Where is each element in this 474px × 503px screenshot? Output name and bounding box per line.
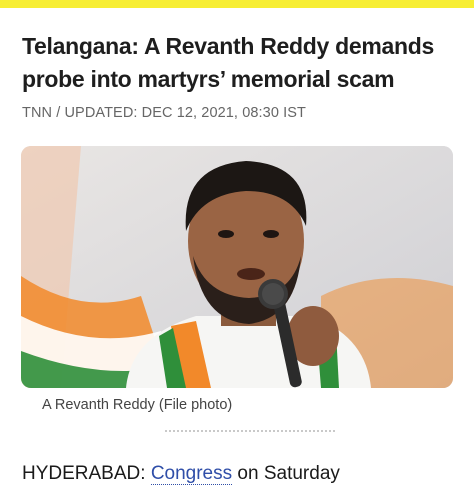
article-photo[interactable] — [21, 146, 453, 388]
dateline-city: HYDERABAD: — [22, 463, 146, 484]
image-caption: A Revanth Reddy (File photo) — [42, 397, 233, 413]
photo-illustration — [21, 146, 453, 388]
top-accent-bar — [0, 0, 474, 8]
article-headline: Telangana: A Revanth Reddy demands probe… — [22, 33, 434, 92]
congress-link[interactable]: Congress — [150, 463, 233, 485]
lede-text: on Saturday — [237, 463, 340, 484]
caption-divider — [165, 430, 335, 432]
article-byline: TNN / UPDATED: DEC 12, 2021, 08:30 IST — [22, 105, 306, 121]
article-lede: HYDERABAD: Congress on Saturday — [22, 463, 340, 485]
